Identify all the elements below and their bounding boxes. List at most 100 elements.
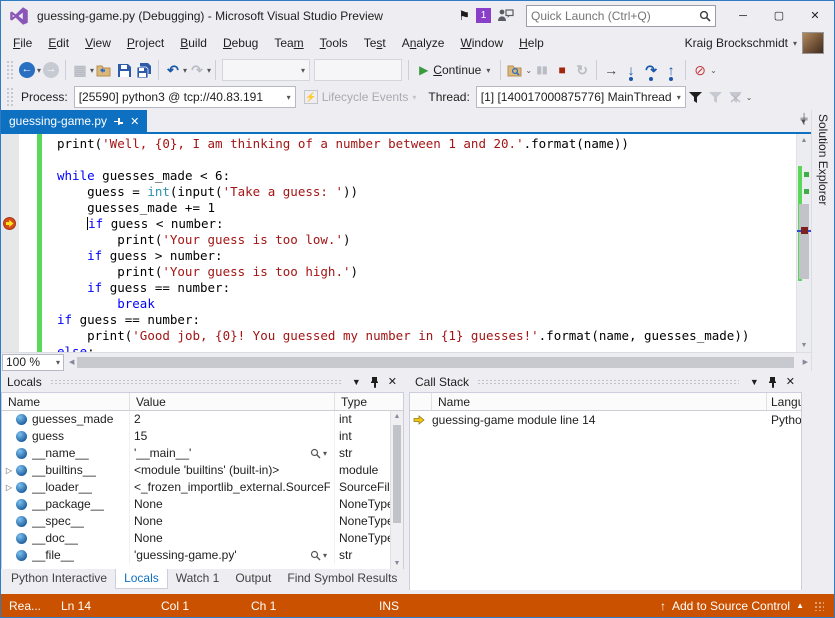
locals-row[interactable]: __file__'guessing-game.py'▾str	[2, 547, 403, 564]
code-line[interactable]: print('Well, {0}, I am thinking of a num…	[1, 136, 796, 152]
toolbar-overflow-icon[interactable]: ⌄	[710, 66, 717, 75]
column-header-name[interactable]: Name	[2, 393, 130, 410]
pin-icon[interactable]	[370, 376, 379, 388]
menu-view[interactable]: View	[77, 32, 119, 54]
text-visualizer-button[interactable]: ▾	[310, 445, 330, 462]
menu-analyze[interactable]: Analyze	[394, 32, 453, 54]
code-line[interactable]: break	[1, 296, 796, 312]
add-to-source-control-button[interactable]: Add to Source Control	[672, 599, 790, 613]
break-all-button[interactable]: ▮▮	[532, 59, 552, 81]
code-line[interactable]	[1, 152, 796, 168]
notifications-flag-icon[interactable]: ⚑	[458, 8, 470, 24]
code-line[interactable]: print('Your guess is too high.')	[1, 264, 796, 280]
stop-debugging-button[interactable]: ■	[552, 59, 572, 81]
toolbar-drag-grip[interactable]	[6, 60, 14, 80]
locals-row[interactable]: __spec__NoneNoneType	[2, 513, 403, 530]
code-line[interactable]: print('Your guess is too low.')	[1, 232, 796, 248]
quick-launch-box[interactable]	[526, 5, 716, 27]
quick-launch-input[interactable]	[531, 9, 699, 23]
continue-button[interactable]: ▶ Continue ▾	[413, 59, 496, 81]
solution-explorer-autohide-tab[interactable]: Solution Explorer	[811, 110, 834, 371]
menu-project[interactable]: Project	[119, 32, 172, 54]
locals-row[interactable]: guess15int	[2, 428, 403, 445]
locals-row[interactable]: guesses_made2int	[2, 411, 403, 428]
save-button[interactable]	[114, 59, 134, 81]
signed-in-user[interactable]: Kraig Brockschmidt	[685, 36, 788, 50]
filter-threads-button[interactable]	[686, 86, 706, 108]
visualizer-dropdown-icon[interactable]: ▾	[323, 547, 327, 564]
menu-file[interactable]: File	[5, 32, 40, 54]
notification-badge[interactable]: 1	[476, 8, 491, 23]
new-project-button[interactable]: ▦	[70, 59, 90, 81]
scroll-right-icon[interactable]: ▶	[800, 358, 811, 366]
scroll-down-icon[interactable]: ▼	[797, 342, 811, 349]
editor-vertical-scrollbar[interactable]: ╪ ▲ ▼	[796, 134, 811, 352]
toolbar-overflow-icon[interactable]: ⌄	[746, 93, 753, 102]
maximize-button[interactable]: ▢	[764, 5, 794, 27]
text-visualizer-button[interactable]: ▾	[310, 547, 330, 564]
redo-button[interactable]: ↷	[187, 59, 207, 81]
document-tab-guessing-game[interactable]: guessing-game.py ✕	[1, 110, 147, 132]
locals-row[interactable]: __package__NoneNoneType	[2, 496, 403, 513]
find-in-files-button[interactable]	[505, 59, 525, 81]
pin-icon[interactable]	[768, 376, 777, 388]
undo-button[interactable]: ↶	[163, 59, 183, 81]
minimize-button[interactable]: ─	[728, 5, 758, 27]
save-all-button[interactable]	[134, 59, 154, 81]
panel-close-icon[interactable]: ✕	[783, 375, 798, 388]
close-button[interactable]: ✕	[800, 5, 830, 27]
code-line[interactable]: if guess == number:	[1, 280, 796, 296]
menu-debug[interactable]: Debug	[215, 32, 266, 54]
tool-tab-python-interactive[interactable]: Python Interactive	[3, 569, 115, 589]
toolbar-drag-grip[interactable]	[6, 87, 14, 107]
column-header-language[interactable]: Language	[767, 393, 801, 410]
pin-icon[interactable]	[114, 116, 123, 127]
panel-close-icon[interactable]: ✕	[385, 375, 400, 388]
column-header-value[interactable]: Value	[130, 393, 335, 410]
tab-close-icon[interactable]: ✕	[130, 115, 139, 128]
scrollbar-thumb[interactable]	[799, 204, 809, 279]
column-header-name[interactable]: Name	[432, 393, 767, 410]
menu-build[interactable]: Build	[172, 32, 215, 54]
zoom-combo[interactable]: 100 % ▾	[2, 354, 64, 371]
code-line[interactable]: if guess < number:	[1, 216, 796, 232]
menu-window[interactable]: Window	[452, 32, 511, 54]
tool-tab-output[interactable]: Output	[227, 569, 279, 589]
scroll-up-icon[interactable]: ▲	[797, 137, 811, 144]
locals-row[interactable]: ▷__loader__<_frozen_importlib_external.S…	[2, 479, 403, 496]
step-into-button[interactable]: ↓	[621, 59, 641, 81]
show-next-statement-button[interactable]: →	[601, 59, 621, 81]
step-out-button[interactable]: ↑	[661, 59, 681, 81]
window-menu-icon[interactable]: ▼	[349, 377, 364, 387]
user-avatar[interactable]	[802, 32, 824, 54]
menu-test[interactable]: Test	[356, 32, 394, 54]
code-editor[interactable]: print('Well, {0}, I am thinking of a num…	[1, 134, 796, 352]
step-over-button[interactable]: ↷	[641, 59, 661, 81]
code-line[interactable]: print('Good job, {0}! You guessed my num…	[1, 328, 796, 344]
scrollbar-thumb[interactable]	[393, 425, 401, 523]
locals-row[interactable]: __name__'__main__'▾str	[2, 445, 403, 462]
toolbar-overflow-icon[interactable]: ⌄	[525, 66, 532, 75]
expand-arrow-icon[interactable]: ▷	[2, 462, 16, 479]
scroll-down-icon[interactable]: ▼	[391, 560, 403, 567]
redo-dropdown-icon[interactable]: ▾	[207, 66, 211, 75]
code-line[interactable]: else:	[1, 344, 796, 352]
code-line[interactable]: guesses_made += 1	[1, 200, 796, 216]
disable-breakpoints-button[interactable]: ⊘	[690, 59, 710, 81]
hscrollbar-thumb[interactable]	[77, 357, 793, 368]
callstack-frame-row[interactable]: guessing-game module line 14Python	[410, 411, 801, 429]
locals-title-bar[interactable]: Locals ▼ ✕	[1, 371, 404, 392]
expand-arrow-icon[interactable]: ▷	[2, 479, 16, 496]
tool-tab-find-symbol-results[interactable]: Find Symbol Results	[279, 569, 405, 589]
tool-tab-watch-1[interactable]: Watch 1	[168, 569, 228, 589]
process-combo[interactable]: [25590] python3 @ tcp://40.83.191 ▾	[74, 86, 296, 108]
navigate-forward-button[interactable]: →	[41, 59, 61, 81]
menu-team[interactable]: Team	[266, 32, 311, 54]
code-line[interactable]: guess = int(input('Take a guess: '))	[1, 184, 796, 200]
scroll-up-icon[interactable]: ▲	[391, 413, 403, 420]
code-line[interactable]: while guesses_made < 6:	[1, 168, 796, 184]
scc-caret-icon[interactable]: ▲	[796, 601, 804, 610]
tool-tab-locals[interactable]: Locals	[115, 569, 168, 589]
menu-edit[interactable]: Edit	[40, 32, 77, 54]
locals-row[interactable]: ▷__builtins__<module 'builtins' (built-i…	[2, 462, 403, 479]
